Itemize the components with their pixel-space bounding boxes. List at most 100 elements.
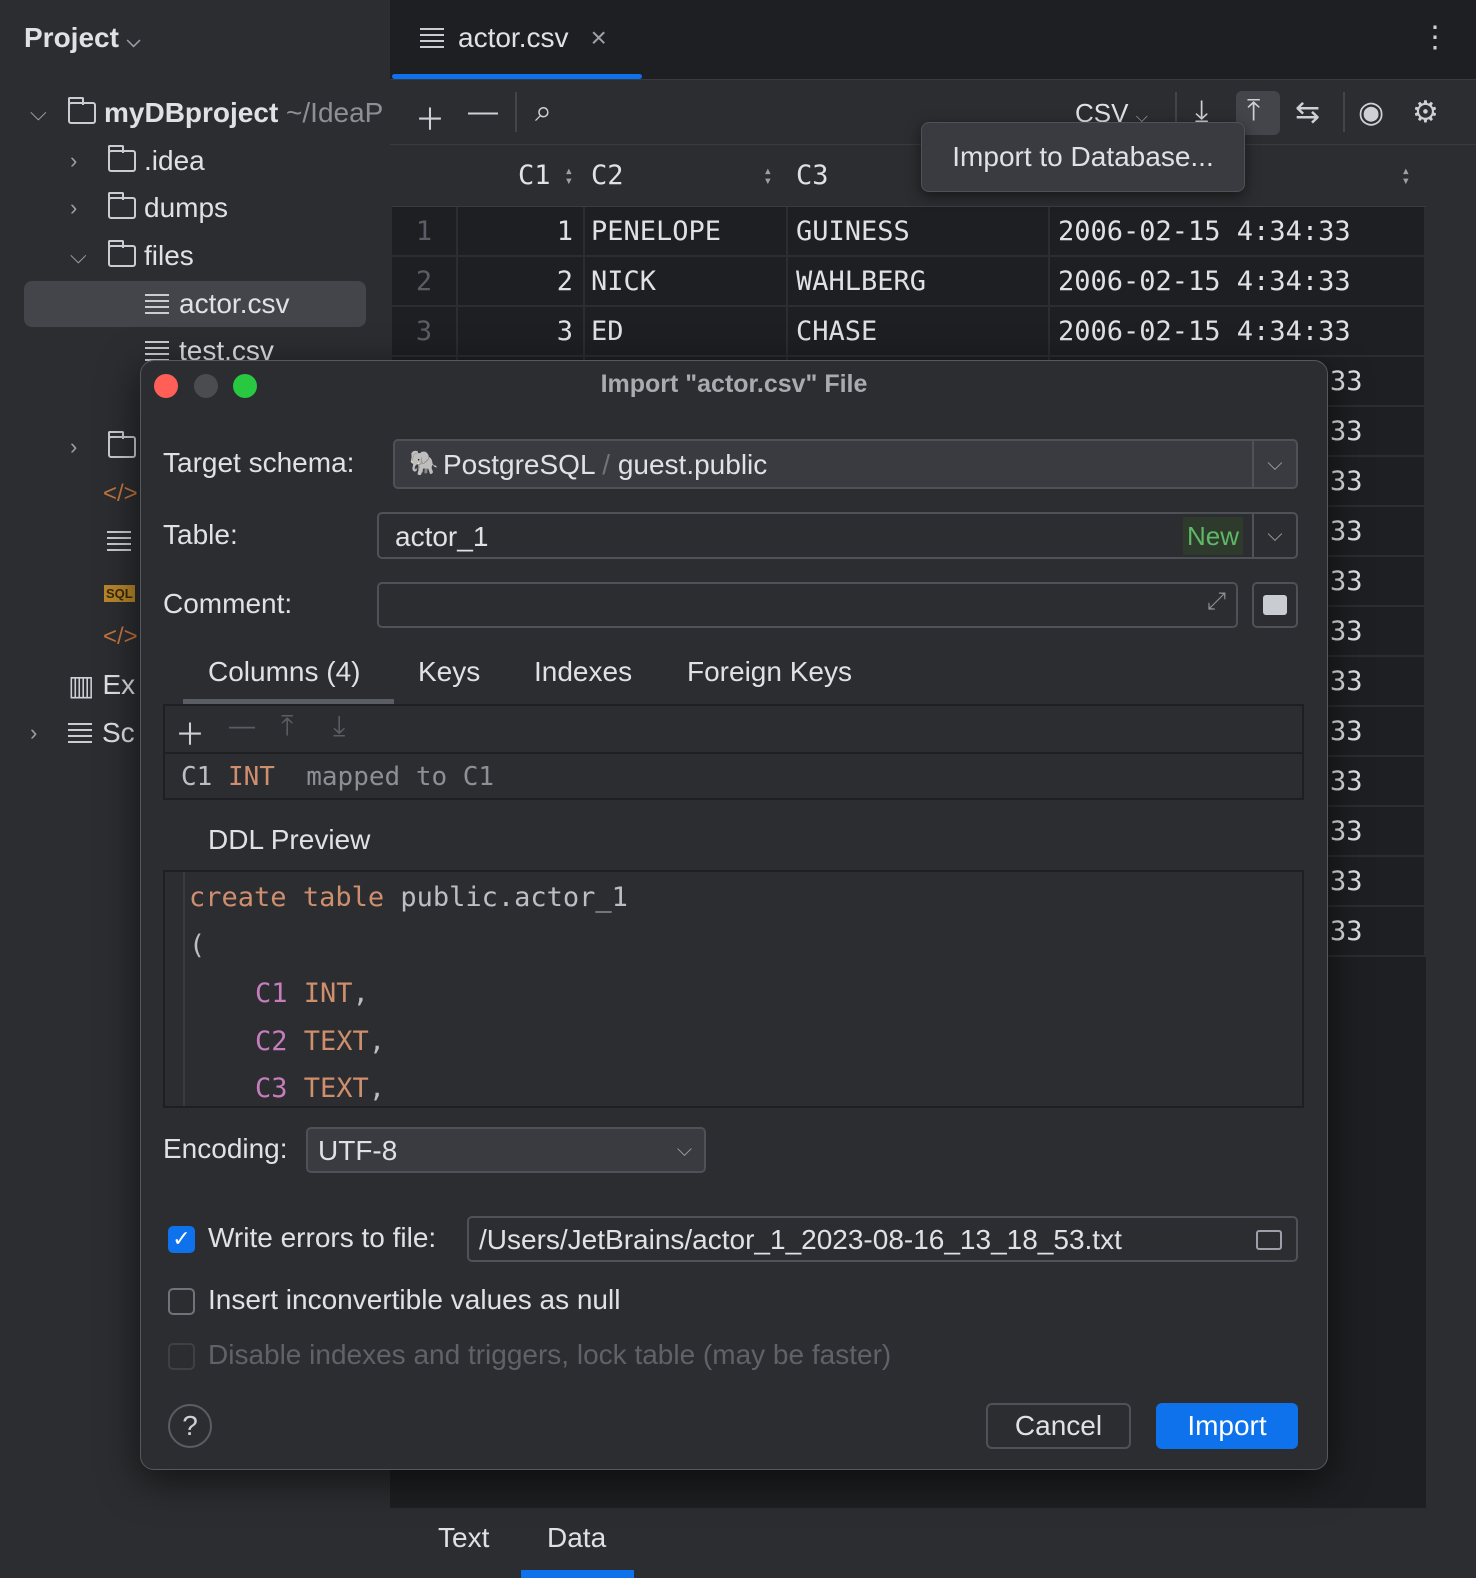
tree-item-files[interactable]: ⌵ files [70, 233, 194, 279]
tab-keys[interactable]: Keys [418, 656, 480, 688]
text-file-icon[interactable] [107, 518, 141, 564]
add-row-icon[interactable]: ＋ [415, 95, 445, 139]
sql-file-icon[interactable]: SQL [104, 570, 135, 616]
divider [1343, 92, 1345, 132]
cell-c2[interactable]: NICK [585, 257, 788, 305]
errors-path-value: /Users/JetBrains/actor_1_2023-08-16_13_1… [479, 1224, 1122, 1255]
add-column-icon[interactable]: ＋ [175, 710, 205, 754]
chevron-down-icon: ⌵ [676, 1139, 692, 1161]
column-header-c2[interactable]: C2 ▴ ▾ [585, 145, 788, 206]
compare-icon[interactable]: ⇆ [1295, 95, 1320, 130]
search-icon[interactable]: ⌕ [535, 95, 552, 129]
sort-icon: ▴ ▾ [1401, 162, 1410, 189]
cell-c3[interactable]: GUINESS [788, 207, 1050, 255]
comment-input[interactable]: ⤢ [377, 582, 1238, 628]
chevron-down-icon[interactable]: ⌵ [1252, 441, 1296, 487]
tree-item-idea[interactable]: › .idea [70, 138, 205, 184]
cell-c2[interactable]: PENELOPE [585, 207, 788, 255]
import-button[interactable]: Import [1156, 1403, 1298, 1449]
tab-foreign-keys[interactable]: Foreign Keys [687, 656, 852, 688]
write-errors-label: Write errors to file: [208, 1222, 437, 1253]
chevron-right-icon: › [70, 148, 78, 173]
remove-column-icon[interactable]: — [229, 710, 255, 741]
close-icon[interactable]: × [590, 22, 606, 54]
tab-text[interactable]: Text [438, 1522, 489, 1554]
chevron-down-icon[interactable]: ⌵ [1252, 514, 1296, 557]
item-label: Sc [102, 717, 135, 748]
item-label: files [144, 240, 194, 271]
xml-file-icon[interactable]: </> [103, 471, 138, 517]
cell-c1[interactable]: 3 [458, 307, 585, 355]
item-label: .idea [144, 145, 205, 176]
folder-icon[interactable] [1256, 1230, 1282, 1250]
table-row[interactable]: 3 3 ED CHASE 2006-02-15 4:34:33 [392, 307, 1426, 357]
schema-separator: / [602, 449, 611, 480]
bottom-tab-bar: Text Data [390, 1508, 1476, 1578]
editor-tab-bar: actor.csv × ⋮ [390, 0, 1476, 80]
tab-actor-csv[interactable]: actor.csv × [420, 22, 607, 54]
cell-c1[interactable]: 1 [458, 207, 585, 255]
encoding-label: Encoding: [163, 1133, 288, 1164]
cell-n[interactable]: 3 [392, 307, 458, 355]
table-input[interactable]: actor_1 New ⌵ [377, 512, 1298, 559]
sort-icon: ▴ ▾ [763, 162, 772, 189]
ddl-preview-editor[interactable]: create table public.actor_1 ( C1 INT, C2… [163, 870, 1304, 1108]
tree-item-scratches[interactable]: › Sc [30, 710, 135, 756]
cell-c3[interactable]: WAHLBERG [788, 257, 1050, 305]
cell-n[interactable]: 1 [392, 207, 458, 255]
cell-c4[interactable]: 2006-02-15 4:34:33 [1050, 257, 1426, 305]
tree-item-dumps[interactable]: › dumps [70, 185, 228, 231]
tree-root[interactable]: ⌵ myDBproject ~/IdeaP [30, 90, 383, 136]
insert-null-checkbox[interactable] [168, 1288, 195, 1315]
more-options-icon[interactable]: ⋮ [1420, 20, 1450, 55]
cell-c4[interactable]: 2006-02-15 4:34:33 [1050, 307, 1426, 355]
tree-item-external-libraries[interactable]: ▥ Ex [68, 662, 135, 708]
dialog-title: Import "actor.csv" File [600, 370, 868, 398]
cancel-button[interactable]: Cancel [986, 1403, 1131, 1449]
tab-indexes[interactable]: Indexes [534, 656, 632, 688]
tab-data[interactable]: Data [547, 1522, 606, 1554]
cell-c3[interactable]: CHASE [788, 307, 1050, 355]
cell-c2[interactable]: ED [585, 307, 788, 355]
text-file-icon [145, 341, 169, 361]
comment-button[interactable] [1252, 582, 1298, 628]
cell-n[interactable]: 2 [392, 257, 458, 305]
disable-indexes-checkbox [168, 1343, 195, 1370]
move-up-icon[interactable]: ⤒ [281, 710, 293, 743]
chevron-down-icon: ⌵ [70, 243, 87, 268]
new-badge: New [1183, 517, 1244, 555]
grid-header: C1 ▴ ▾ C2 ▴ ▾ C3 ▴ ▾ [392, 145, 1426, 207]
move-down-icon[interactable]: ⤓ [333, 710, 345, 743]
root-name: myDBproject [104, 97, 279, 128]
tree-item-actor-csv[interactable]: actor.csv [145, 281, 289, 327]
active-tab-indicator [521, 1570, 634, 1578]
item-label: dumps [144, 192, 229, 223]
xml-file-icon[interactable]: </> [103, 614, 138, 660]
chevron-right-icon: › [70, 195, 78, 220]
encoding-select[interactable]: UTF-8 ⌵ [306, 1127, 706, 1173]
gear-icon[interactable]: ⚙ [1412, 95, 1439, 130]
tab-columns[interactable]: Columns (4) [208, 656, 360, 688]
cell-c4[interactable]: 2006-02-15 4:34:33 [1050, 207, 1426, 255]
eye-icon[interactable]: ◉ [1358, 95, 1384, 130]
columns-panel: ＋ — ⤒ ⤓ C1 INT mapped to C1 [163, 704, 1304, 800]
column-row[interactable]: C1 INT mapped to C1 [181, 762, 494, 792]
table-row[interactable]: 1 1 PENELOPE GUINESS 2006-02-15 4:34:33 [392, 207, 1426, 257]
delete-row-icon[interactable]: — [468, 95, 498, 129]
project-view-selector[interactable]: Project ⌵ [24, 22, 140, 54]
expand-icon[interactable]: ⤢ [1207, 588, 1226, 616]
folder-icon [108, 192, 136, 219]
schema-db: PostgreSQL [443, 449, 595, 480]
target-schema-select[interactable]: 🐘 PostgreSQL / guest.public ⌵ [393, 439, 1298, 489]
help-button[interactable]: ? [168, 1404, 212, 1448]
errors-path-input[interactable]: /Users/JetBrains/actor_1_2023-08-16_13_1… [467, 1216, 1298, 1262]
table-row[interactable]: 2 2 NICK WAHLBERG 2006-02-15 4:34:33 [392, 257, 1426, 307]
column-header-c1[interactable]: C1 ▴ ▾ [458, 145, 585, 206]
write-errors-checkbox[interactable]: ✓ [168, 1226, 195, 1253]
chevron-down-icon: ⌵ [30, 100, 47, 125]
tree-item-folder[interactable]: › [70, 424, 144, 470]
item-label: Ex [102, 669, 136, 700]
disable-indexes-label: Disable indexes and triggers, lock table… [208, 1339, 892, 1370]
cell-c1[interactable]: 2 [458, 257, 585, 305]
import-tooltip[interactable]: Import to Database... [921, 122, 1245, 192]
